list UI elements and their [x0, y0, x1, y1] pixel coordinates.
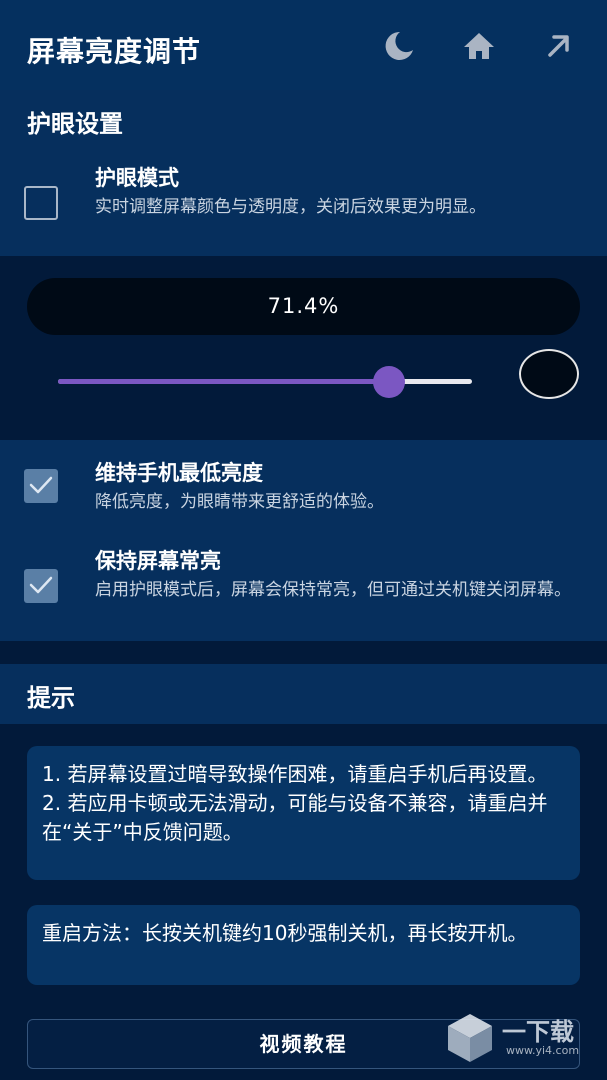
cube-logo-icon [448, 1014, 492, 1062]
eye-protection-checkbox[interactable] [24, 186, 58, 220]
tip-text: 重启方法：长按关机键约10秒强制关机，再长按开机。 [42, 921, 528, 945]
watermark-url: www.yi4.com [506, 1044, 580, 1057]
brightness-control: 71.4% [0, 256, 607, 440]
check-icon [29, 476, 53, 494]
tip-box-2: 重启方法：长按关机键约10秒强制关机，再长按开机。 [27, 905, 580, 985]
option-title: 护眼模式 [95, 166, 179, 190]
moon-icon[interactable] [380, 28, 416, 64]
page-title: 屏幕亮度调节 [27, 35, 202, 68]
home-icon[interactable] [461, 28, 497, 64]
slider-fill [58, 379, 390, 384]
section-title: 提示 [27, 684, 75, 712]
option-description: 降低亮度，为眼睛带来更舒适的体验。 [95, 492, 384, 512]
slider-thumb[interactable] [373, 366, 406, 398]
tip-text: 1. 若屏幕设置过暗导致操作困难，请重启手机后再设置。 [42, 762, 548, 786]
options-card: 维持手机最低亮度 降低亮度，为眼睛带来更舒适的体验。 保持屏幕常亮 启用护眼模式… [0, 440, 607, 641]
section-tips-header: 提示 [0, 664, 607, 724]
check-icon [29, 576, 53, 594]
brightness-value-display: 71.4% [27, 278, 580, 335]
section-eye-protection-header: 护眼设置 [0, 90, 607, 150]
section-title: 护眼设置 [27, 110, 123, 138]
keep-screen-on-checkbox[interactable] [24, 569, 58, 603]
color-picker-button[interactable] [519, 349, 579, 399]
option-description: 启用护眼模式后，屏幕会保持常亮，但可通过关机键关闭屏幕。 [95, 580, 571, 600]
min-brightness-checkbox[interactable] [24, 469, 58, 503]
tip-box-1: 1. 若屏幕设置过暗导致操作困难，请重启手机后再设置。 2. 若应用卡顿或无法滑… [27, 746, 580, 880]
watermark-text: 一下载 [502, 1018, 574, 1046]
option-title: 维持手机最低亮度 [95, 461, 263, 485]
option-title: 保持屏幕常亮 [95, 549, 221, 573]
option-description: 实时调整屏幕颜色与透明度，关闭后效果更为明显。 [95, 197, 486, 217]
arrow-up-right-icon[interactable] [540, 28, 576, 64]
tip-text: 2. 若应用卡顿或无法滑动，可能与设备不兼容，请重启并在“关于”中反馈问题。 [42, 791, 548, 844]
watermark: 一下载 www.yi4.com [440, 1008, 600, 1068]
app-bar: 屏幕亮度调节 [0, 0, 607, 90]
eye-protection-mode-row[interactable]: 护眼模式 实时调整屏幕颜色与透明度，关闭后效果更为明显。 [0, 150, 607, 256]
